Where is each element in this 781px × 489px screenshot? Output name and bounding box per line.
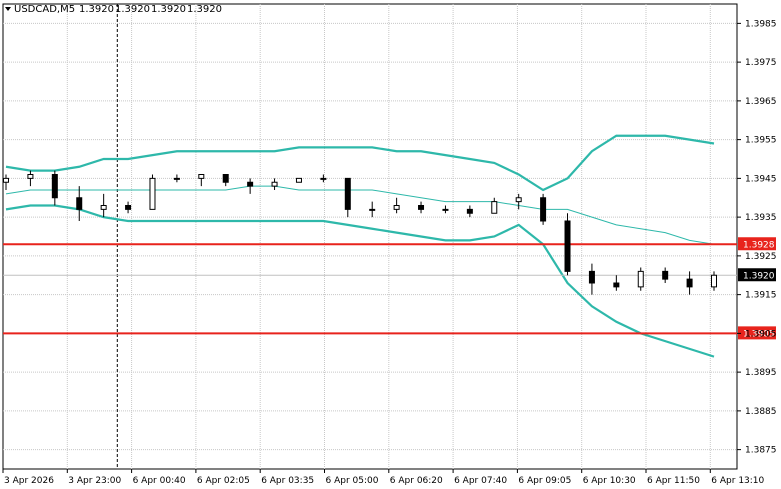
candle-body [149, 177, 156, 210]
ohlc-high: 1.3920 [115, 4, 150, 15]
candle-body [369, 208, 376, 211]
y-tick-label: 1.3975 [745, 58, 777, 68]
candle-body [125, 205, 132, 210]
y-tick-label: 1.3875 [745, 446, 777, 456]
candle-body [198, 174, 205, 179]
chart-header: USDCAD,M5 1.3920 1.3920 1.3920 1.3920 [5, 4, 222, 15]
candle-body [222, 174, 229, 183]
candle-body [295, 177, 302, 183]
x-tick-label: 6 Apr 05:00 [326, 476, 379, 486]
candle-body [271, 181, 278, 187]
grid [2, 3, 738, 470]
x-tick-label: 6 Apr 06:20 [390, 476, 443, 486]
x-tick-label: 6 Apr 07:40 [454, 476, 507, 486]
level-price-tag-text: 1.3928 [743, 240, 775, 250]
candle-body [100, 205, 107, 210]
candle-body [540, 197, 547, 222]
x-tick-label: 3 Apr 2026 [4, 476, 54, 486]
candlesticks [3, 170, 717, 295]
candle-body [564, 220, 571, 272]
candle-body [320, 177, 327, 180]
y-tick-label: 1.3915 [745, 291, 777, 301]
symbol-label: USDCAD,M5 [14, 4, 75, 15]
candle-body [637, 270, 644, 288]
candle-body [76, 197, 83, 210]
x-tick-label: 3 Apr 23:00 [68, 476, 121, 486]
x-tick-label: 6 Apr 11:50 [647, 476, 700, 486]
y-tick-label: 1.3895 [745, 368, 777, 378]
plot-frame [2, 3, 738, 470]
axes: 1.3985 1.3975 1.3965 1.3955 1.3945 1.3935 1.39… [2, 19, 777, 486]
candle-body [711, 274, 717, 288]
y-tick-label: 1.3935 [745, 213, 777, 223]
x-tick-label: 6 Apr 09:05 [518, 476, 571, 486]
candle-body [247, 181, 254, 187]
candle-body [588, 270, 595, 284]
bollinger-line [5, 134, 715, 192]
candle-body [51, 174, 58, 199]
price-chart[interactable]: 1.39281.39051.3920 1.39851.39751.39651.3… [0, 0, 781, 489]
y-tick-label: 1.3945 [745, 174, 777, 184]
y-tick-label: 1.3965 [745, 97, 777, 107]
x-tick-label: 6 Apr 02:05 [197, 476, 250, 486]
x-tick-label: 6 Apr 13:10 [711, 476, 764, 486]
current-price-tag-text: 1.3920 [743, 271, 775, 281]
bollinger-bands [5, 134, 715, 358]
candle-body [418, 205, 425, 210]
ohlc-close: 1.3920 [187, 4, 222, 15]
candle-body [686, 278, 693, 288]
chevron-down-icon[interactable] [5, 7, 11, 11]
ohlc-low: 1.3920 [151, 4, 186, 15]
horizontal-levels[interactable]: 1.3928 1.3905 1.3920 [3, 237, 776, 340]
y-tick-label: 1.3955 [745, 136, 777, 146]
y-tick-label: 1.3925 [745, 252, 777, 262]
candle-body [3, 177, 9, 183]
x-tick-label: 6 Apr 03:35 [261, 476, 314, 486]
candle-body [442, 208, 449, 211]
candle-body [491, 201, 498, 214]
x-tick-label: 6 Apr 10:30 [583, 476, 636, 486]
y-tick-label: 1.3885 [745, 407, 777, 417]
y-tick-label: 1.3985 [745, 19, 777, 29]
ohlc-open: 1.3920 [79, 4, 114, 15]
candle-body [27, 174, 34, 179]
y-tick-label: 1.3905 [745, 329, 777, 339]
candle-body [173, 177, 180, 180]
candle-body [662, 270, 669, 280]
bollinger-line [5, 185, 715, 245]
candle-body [344, 177, 351, 210]
candle-body [515, 197, 522, 203]
x-tick-label: 6 Apr 00:40 [133, 476, 186, 486]
candle-body [466, 208, 473, 214]
candle-body [393, 205, 400, 210]
candle-body [613, 282, 620, 288]
